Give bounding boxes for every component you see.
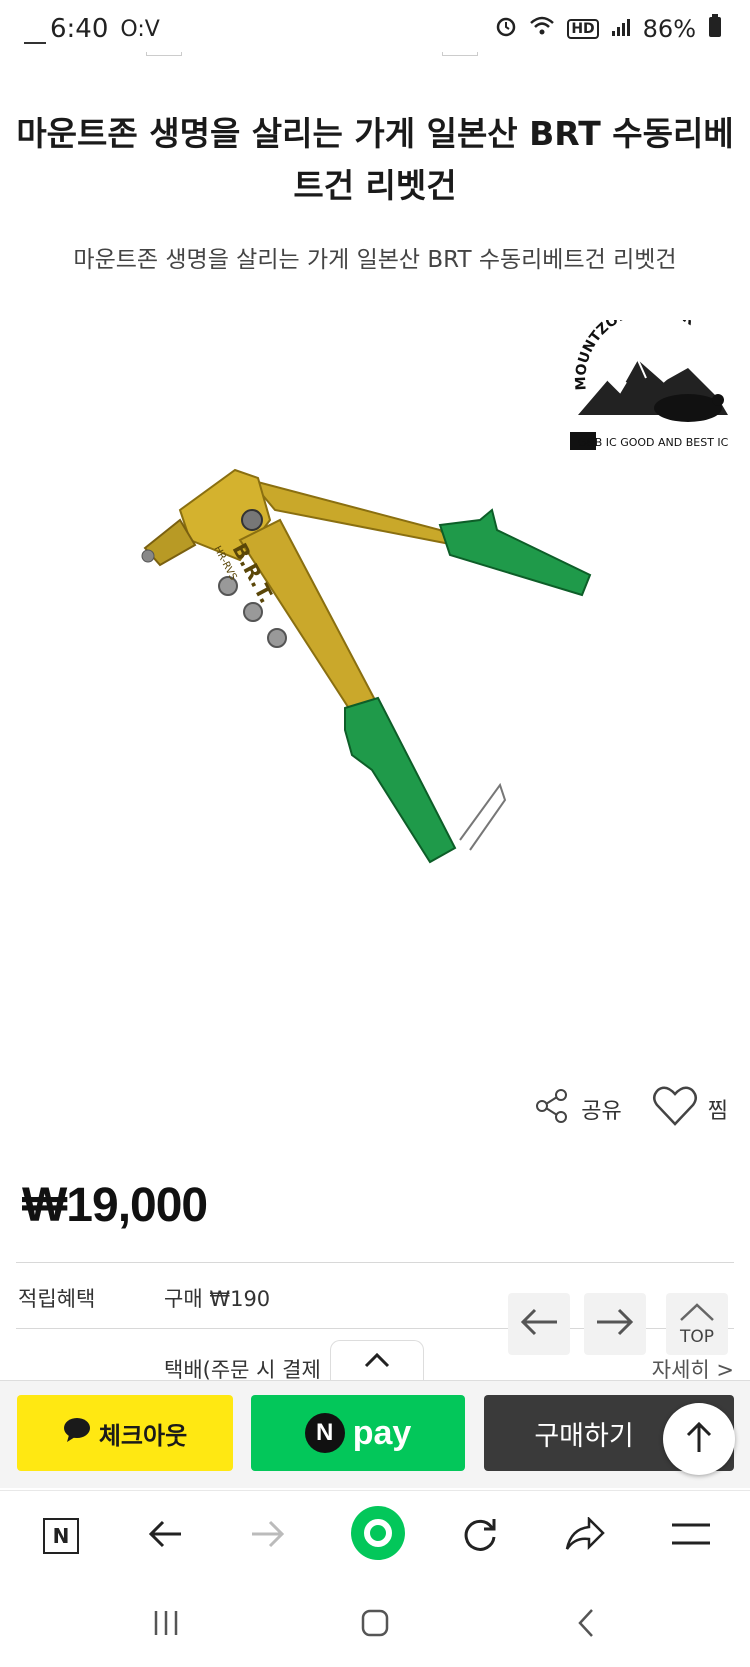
notification-dash (24, 42, 46, 44)
battery-percent: 86% (642, 15, 696, 43)
system-navigation-bar (0, 1590, 750, 1667)
browser-back-button[interactable] (140, 1511, 190, 1561)
home-n-label: N (52, 1524, 70, 1548)
back-arrow-icon (147, 1519, 183, 1553)
naver-home-button[interactable]: N (36, 1511, 86, 1561)
share-page-button[interactable] (560, 1511, 610, 1561)
alarm-icon (495, 15, 517, 43)
status-left: 6:40 O:V (50, 14, 160, 44)
wish-label: 찜 (707, 1099, 728, 1124)
purchase-label: 구매하기 (534, 1420, 634, 1452)
product-image[interactable]: B.R.T. HR-RVS (0, 300, 750, 1060)
product-title: 마운트존 생명을 살리는 가게 일본산 BRT 수동리베트건 리벳건 (16, 114, 734, 205)
product-price: ₩19,000 (22, 1179, 208, 1232)
share-wish-row: 공유 찜 (533, 1085, 728, 1133)
npay-label: pay (352, 1413, 412, 1452)
purchase-bar: 체크아웃 N pay 구매하기 (0, 1380, 750, 1488)
image-next-button[interactable] (584, 1293, 646, 1355)
arrow-left-icon (519, 1307, 559, 1341)
browser-toolbar: N (0, 1490, 750, 1580)
reload-icon (461, 1515, 499, 1557)
divider-top (16, 1262, 734, 1263)
home-button[interactable] (345, 1600, 405, 1650)
naver-n-badge: N (304, 1413, 345, 1453)
top-button[interactable]: TOP (666, 1293, 728, 1355)
reload-button[interactable] (455, 1511, 505, 1561)
points-label: 적립혜택 (18, 1287, 96, 1311)
naver-n-icon: N (43, 1518, 79, 1554)
hamburger-icon (671, 1521, 711, 1551)
recent-apps-button[interactable] (136, 1600, 196, 1650)
product-subtitle: 마운트존 생명을 살리는 가게 일본산 BRT 수동리베트건 리벳건 (73, 247, 677, 273)
arrow-up-icon (684, 1420, 714, 1458)
share-label: 공유 (581, 1099, 622, 1124)
share-arrow-icon (565, 1515, 605, 1555)
collapse-tab[interactable] (330, 1340, 424, 1382)
signal-icon (611, 15, 631, 43)
home-square-icon (360, 1608, 390, 1642)
wifi-icon (529, 15, 555, 43)
network-type-label: HD (567, 19, 599, 39)
status-bar: 6:40 O:V HD 86% (0, 0, 750, 62)
top-label: TOP (679, 1326, 715, 1347)
share-icon (533, 1087, 571, 1131)
chevron-up-icon (363, 1351, 391, 1373)
naver-pay-button[interactable]: N pay (251, 1395, 465, 1471)
share-button[interactable]: 공유 (533, 1087, 622, 1131)
browser-forward-button[interactable] (243, 1511, 293, 1561)
heart-icon (652, 1085, 698, 1133)
chevron-left-icon (576, 1608, 596, 1642)
wish-button[interactable]: 찜 (652, 1085, 728, 1133)
status-right: HD 86% (495, 14, 722, 44)
arrow-right-icon (595, 1307, 635, 1341)
scroll-to-top-button[interactable] (663, 1403, 735, 1475)
chevron-up-icon (677, 1302, 717, 1327)
points-value: 구매 ₩190 (164, 1287, 271, 1311)
ghost-tab-left (146, 52, 182, 56)
battery-icon (708, 14, 722, 44)
status-app-icons: O:V (120, 16, 160, 42)
checkout-button[interactable]: 체크아웃 (17, 1395, 233, 1471)
recent-apps-icon (152, 1609, 180, 1641)
menu-button[interactable] (666, 1511, 716, 1561)
green-circle-icon (350, 1505, 406, 1565)
image-prev-button[interactable] (508, 1293, 570, 1355)
green-dot-button[interactable] (350, 1505, 406, 1565)
status-time: 6:40 (50, 14, 109, 44)
forward-arrow-icon (250, 1519, 286, 1553)
system-back-button[interactable] (556, 1600, 616, 1650)
ghost-tab-right (442, 52, 478, 56)
chat-bubble-icon (63, 1417, 91, 1449)
checkout-label: 체크아웃 (98, 1421, 188, 1450)
